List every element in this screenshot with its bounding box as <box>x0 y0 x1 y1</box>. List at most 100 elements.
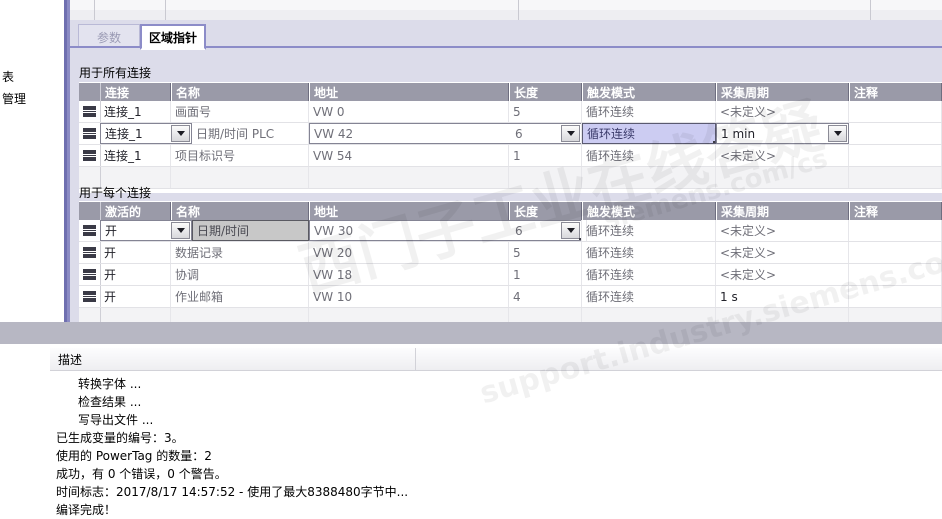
connection-dropdown-button[interactable] <box>171 125 190 142</box>
cell-name[interactable]: 画面号 <box>171 101 309 122</box>
left-label-2: 管理 <box>2 92 27 106</box>
cell-address[interactable]: VW 54 <box>309 145 509 166</box>
row-handle-icon[interactable] <box>79 123 101 144</box>
acquisition-cycle-dropdown-button[interactable] <box>828 125 847 142</box>
table-row-empty[interactable] <box>79 167 942 189</box>
panel-separator-band[interactable] <box>0 322 942 344</box>
cell-active-editor[interactable]: 开 <box>100 220 192 241</box>
column-header-active[interactable]: 激活的 <box>100 202 171 220</box>
row-grip-icon <box>83 106 96 117</box>
cell-address[interactable]: VW 18 <box>309 264 509 285</box>
cell-active[interactable]: 开 <box>100 242 171 263</box>
cell-empty[interactable] <box>716 167 849 188</box>
table-row[interactable]: 连接_1 项目标识号 VW 54 1 循环连续 <未定义> <box>79 145 942 167</box>
column-header-comment[interactable]: 注释 <box>849 83 942 101</box>
row-handle-icon[interactable] <box>79 145 101 166</box>
cell-acquisition-cycle[interactable]: <未定义> <box>716 242 849 263</box>
row-grip-icon <box>83 247 96 258</box>
active-dropdown-button[interactable] <box>171 222 190 239</box>
cell-connection-editor[interactable]: 连接_1 <box>100 123 192 144</box>
cell-length[interactable]: 6 <box>511 123 582 144</box>
cell-length[interactable]: 5 <box>509 101 582 122</box>
table-row[interactable]: 开 数据记录 VW 20 5 循环连续 <未定义> <box>79 242 942 264</box>
cell-length[interactable]: 1 <box>509 145 582 166</box>
row-handle-icon[interactable] <box>79 286 101 307</box>
cell-length[interactable]: 1 <box>509 264 582 285</box>
column-header-name[interactable]: 名称 <box>171 83 309 101</box>
area-pointer-pane: 用于所有连接 连接 名称 地址 长度 触发模式 采集周期 注释 连接_1 画面号… <box>70 48 942 330</box>
section-title-all-connections: 用于所有连接 <box>79 66 152 80</box>
cell-active[interactable]: 开 <box>100 286 171 307</box>
cell-trigger-mode-selected[interactable]: 循环连续 <box>582 123 716 144</box>
chevron-down-icon <box>176 131 185 136</box>
column-header-address[interactable]: 地址 <box>309 202 509 220</box>
cell-comment[interactable] <box>849 242 942 263</box>
log-header-column-divider[interactable] <box>415 348 416 370</box>
row-handle-icon[interactable] <box>79 242 101 263</box>
cell-address[interactable]: VW 10 <box>309 286 509 307</box>
cell-name[interactable]: 数据记录 <box>171 242 309 263</box>
column-header-length[interactable]: 长度 <box>509 83 582 101</box>
log-line: 时间标志：2017/8/17 14:57:52 - 使用了最大8388480字节… <box>56 485 409 499</box>
column-header-comment[interactable]: 注释 <box>849 202 942 220</box>
cell-connection[interactable]: 连接_1 <box>100 145 171 166</box>
cell-trigger-mode[interactable]: 循环连续 <box>582 242 716 263</box>
cell-name[interactable]: 日期/时间 PLC <box>192 123 309 144</box>
column-header-address[interactable]: 地址 <box>309 83 509 101</box>
log-body[interactable]: 转换字体 ... 检查结果 ... 写导出文件 ... 已生成变量的编号：3。 … <box>50 371 942 517</box>
column-header-acquisition-cycle[interactable]: 采集周期 <box>716 83 849 101</box>
table-row[interactable]: 连接_1 画面号 VW 0 5 循环连续 <未定义> <box>79 101 942 123</box>
cell-empty[interactable] <box>582 167 716 188</box>
column-header-connection[interactable]: 连接 <box>100 83 171 101</box>
cell-connection[interactable]: 连接_1 <box>100 101 171 122</box>
cell-acquisition-cycle-editor[interactable]: 1 min <box>716 123 849 144</box>
cell-empty[interactable] <box>171 167 309 188</box>
cell-empty[interactable] <box>509 167 582 188</box>
column-header-length[interactable]: 长度 <box>509 202 582 220</box>
row-handle-icon[interactable] <box>79 220 101 241</box>
cell-active[interactable]: 开 <box>100 264 171 285</box>
cell-acquisition-cycle[interactable]: <未定义> <box>716 264 849 285</box>
grid-corner-cell <box>79 202 101 220</box>
cell-trigger-mode[interactable]: 循环连续 <box>582 145 716 166</box>
cell-trigger-mode[interactable]: 循环连续 <box>582 286 716 307</box>
cell-empty[interactable] <box>309 167 509 188</box>
cell-name[interactable]: 协调 <box>171 264 309 285</box>
cell-name-selected[interactable]: 日期/时间 <box>192 220 309 241</box>
cell-empty[interactable] <box>849 167 942 188</box>
cell-comment[interactable] <box>849 286 942 307</box>
cell-address[interactable]: VW 20 <box>309 242 509 263</box>
column-header-name[interactable]: 名称 <box>171 202 309 220</box>
cell-comment[interactable] <box>849 264 942 285</box>
tab-area-pointer[interactable]: 区域指针 <box>140 24 206 50</box>
cell-trigger-mode[interactable]: 循环连续 <box>582 264 716 285</box>
column-header-trigger-mode[interactable]: 触发模式 <box>582 202 716 220</box>
table-row[interactable]: 开 协调 VW 18 1 循环连续 <未定义> <box>79 264 942 286</box>
cell-acquisition-cycle[interactable]: 1 s <box>716 286 849 307</box>
cell-name[interactable]: 作业邮箱 <box>171 286 309 307</box>
cell-length[interactable]: 5 <box>509 242 582 263</box>
cell-acquisition-cycle[interactable]: <未定义> <box>716 101 849 122</box>
cell-address[interactable]: VW 0 <box>309 101 509 122</box>
table-row[interactable]: 开 作业邮箱 VW 10 4 循环连续 1 s <box>79 286 942 308</box>
log-line: 检查结果 ... <box>78 395 142 409</box>
cell-comment[interactable] <box>849 123 942 144</box>
cell-comment[interactable] <box>849 145 942 166</box>
cell-length[interactable]: 6 <box>511 220 582 241</box>
table-row[interactable]: 连接_1 日期/时间 PLC VW 42 6 循环连续 1 min <box>79 123 942 145</box>
cell-name[interactable]: 项目标识号 <box>171 145 309 166</box>
cell-trigger-mode-value: 循环连续 <box>587 127 636 141</box>
top-fragment-divider <box>518 0 519 20</box>
cell-length[interactable]: 4 <box>509 286 582 307</box>
cell-comment[interactable] <box>849 220 942 241</box>
cell-acquisition-cycle[interactable]: <未定义> <box>716 220 849 241</box>
row-handle-icon[interactable] <box>79 101 101 122</box>
cell-comment[interactable] <box>849 101 942 122</box>
table-row[interactable]: 开 日期/时间 VW 30 6 循环连续 <未定义> <box>79 220 942 242</box>
column-header-acquisition-cycle[interactable]: 采集周期 <box>716 202 849 220</box>
row-handle-icon[interactable] <box>79 264 101 285</box>
cell-trigger-mode[interactable]: 循环连续 <box>582 220 716 241</box>
cell-acquisition-cycle[interactable]: <未定义> <box>716 145 849 166</box>
column-header-trigger-mode[interactable]: 触发模式 <box>582 83 716 101</box>
cell-trigger-mode[interactable]: 循环连续 <box>582 101 716 122</box>
